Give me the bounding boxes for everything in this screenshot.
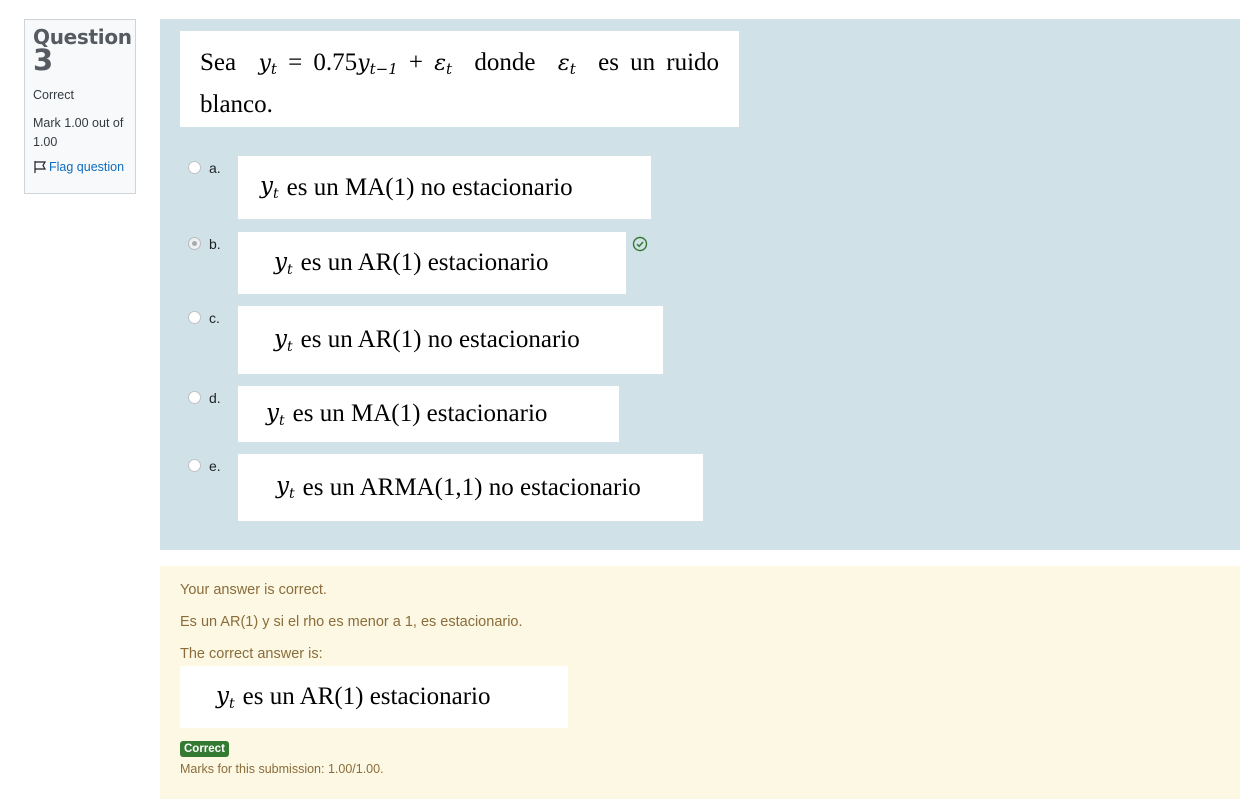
formula-coefficient: = 0.75	[288, 49, 358, 76]
option-b-var: yt	[274, 248, 293, 278]
question-info-box: Question 3 Correct Mark 1.00 out of 1.00…	[24, 19, 136, 194]
question-text-start: Sea	[200, 49, 237, 76]
option-e-text: es un ARMA(1,1) no estacionario	[302, 473, 641, 501]
option-e-answer[interactable]: yt es un ARMA(1,1) no estacionario	[238, 454, 703, 521]
right-answer-var: yt	[216, 682, 235, 712]
option-b-radio[interactable]	[188, 237, 201, 250]
question-number: 3	[33, 43, 54, 77]
option-c-var: yt	[274, 325, 293, 355]
option-e-letter: e.	[209, 458, 221, 474]
option-e-var: yt	[276, 473, 295, 502]
option-b-answer[interactable]: yt es un AR(1) estacionario	[238, 232, 626, 294]
question-text-mid: donde	[474, 49, 536, 76]
flag-icon	[34, 161, 47, 173]
option-b-text: es un AR(1) estacionario	[300, 249, 549, 276]
option-a-letter: a.	[209, 160, 221, 176]
option-c-answer[interactable]: yt es un AR(1) no estacionario	[238, 306, 663, 374]
question-formulation: Sea yt = 0.75yt−1 + εt donde εt es un ru…	[160, 19, 1240, 550]
formula-y: yt	[258, 51, 277, 78]
option-d-letter: d.	[209, 390, 221, 406]
option-c-letter: c.	[209, 310, 220, 326]
flag-question-label: Flag question	[49, 160, 125, 174]
feedback-result: Your answer is correct.	[180, 582, 327, 598]
formula-epsilon: εt	[434, 51, 453, 78]
formula-plus: +	[408, 49, 424, 76]
option-a-text: es un MA(1) no estacionario	[286, 173, 573, 201]
option-b-letter: b.	[209, 236, 221, 252]
question-feedback: Your answer is correct. Es un AR(1) y si…	[160, 566, 1240, 799]
option-c-text: es un AR(1) no estacionario	[300, 326, 580, 353]
option-d-answer[interactable]: yt es un MA(1) estacionario	[238, 386, 619, 442]
right-answer-box: yt es un AR(1) estacionario	[180, 666, 568, 728]
option-a-radio[interactable]	[188, 161, 201, 174]
question-state: Correct	[33, 88, 74, 102]
question-text: Sea yt = 0.75yt−1 + εt donde εt es un ru…	[180, 31, 739, 127]
text-epsilon: εt	[557, 51, 576, 78]
correct-badge: Correct	[180, 741, 229, 757]
correct-check-icon	[632, 236, 648, 252]
flag-question-link[interactable]: Flag question	[33, 160, 127, 174]
formula-lag: yt−1	[357, 51, 398, 78]
submission-marks: Marks for this submission: 1.00/1.00.	[180, 762, 384, 776]
option-a-var: yt	[260, 173, 279, 202]
option-d-text: es un MA(1) estacionario	[292, 400, 548, 427]
question-grade: Mark 1.00 out of 1.00	[33, 116, 124, 149]
option-d-var: yt	[266, 399, 285, 429]
option-a-answer[interactable]: yt es un MA(1) no estacionario	[238, 156, 651, 219]
feedback-general: Es un AR(1) y si el rho es menor a 1, es…	[180, 614, 523, 630]
question-text-end: es un ruido blanco.	[200, 49, 720, 118]
option-c-radio[interactable]	[188, 311, 201, 324]
option-d-radio[interactable]	[188, 391, 201, 404]
right-answer-label: The correct answer is:	[180, 646, 323, 662]
option-e-radio[interactable]	[188, 459, 201, 472]
right-answer-text: es un AR(1) estacionario	[242, 683, 491, 710]
